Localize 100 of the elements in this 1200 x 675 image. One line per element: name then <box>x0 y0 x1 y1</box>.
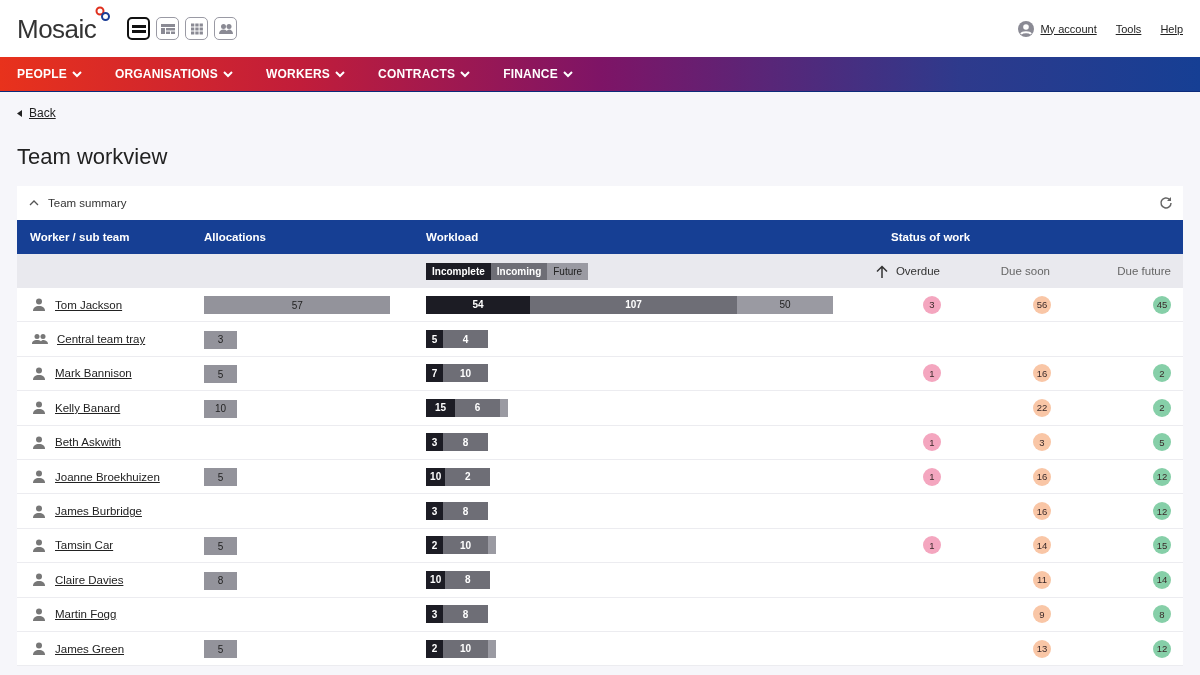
count-badge: 3 <box>1033 433 1051 452</box>
count-badge: 1 <box>923 433 941 452</box>
grid-icon <box>188 21 205 36</box>
people-icon <box>217 21 234 36</box>
workload-bar-segment: 3 <box>426 502 443 521</box>
count-badge: 2 <box>1153 364 1171 383</box>
workload-bar-segment: 3 <box>426 605 443 624</box>
worker-link[interactable]: Martin Fogg <box>55 608 117 621</box>
page-title: Team workview <box>17 144 169 170</box>
worker-link[interactable]: Tom Jackson <box>55 298 123 311</box>
worker-link[interactable]: Joanne Broekhuizen <box>55 470 160 483</box>
worker-link[interactable]: Claire Davies <box>55 573 124 586</box>
column-header[interactable]: Overdue <box>895 265 940 277</box>
worker-link[interactable]: Central team tray <box>57 333 146 346</box>
worker-link[interactable]: Beth Askwith <box>55 436 121 449</box>
logo-wordmark: Mosaic <box>17 14 97 45</box>
refresh-icon[interactable] <box>1159 196 1173 210</box>
allocation-bar: 5 <box>204 468 237 487</box>
count-badge: 14 <box>1033 536 1051 555</box>
person-icon <box>32 573 46 587</box>
sort-arrow-up-icon[interactable] <box>875 264 888 278</box>
person-icon <box>32 298 46 312</box>
worker-link[interactable]: Tamsin Car <box>55 539 114 552</box>
allocation-bar: 5 <box>204 640 237 659</box>
workload-bar-segment: 6 <box>454 398 500 417</box>
workload-bar-segment <box>488 536 496 555</box>
legend-key: Future <box>547 262 589 280</box>
workload-bar-segment: 4 <box>443 330 488 349</box>
nav-menu-item[interactable]: CONTRACTS <box>378 67 471 81</box>
column-header: Status of work <box>890 231 972 243</box>
count-badge: 45 <box>1153 295 1171 314</box>
view-toggle-button[interactable] <box>127 17 151 40</box>
header-link[interactable]: My account <box>1040 22 1097 35</box>
workload-bar-segment: 10 <box>443 639 488 658</box>
workload-bar-segment: 8 <box>443 605 488 624</box>
workload-bar-segment: 8 <box>443 502 488 521</box>
group-icon <box>32 333 48 346</box>
person-icon <box>32 607 46 621</box>
nav-menu-item[interactable]: FINANCE <box>503 67 573 81</box>
view-toggle-button[interactable] <box>156 17 180 40</box>
count-badge: 16 <box>1033 364 1051 383</box>
nav-menu-item[interactable]: ORGANISATIONS <box>114 67 233 81</box>
workload-bar-segment: 2 <box>426 536 443 555</box>
workload-bar-segment: 2 <box>426 639 443 658</box>
count-badge: 12 <box>1153 639 1171 658</box>
workload-bar-segment: 54 <box>426 295 531 314</box>
collapse-toggle-button[interactable]: Team summary <box>29 197 127 209</box>
worker-link[interactable]: James Burbridge <box>55 505 142 518</box>
workload-bar-segment: 10 <box>443 536 488 555</box>
person-icon <box>32 642 46 656</box>
chevron-down-icon <box>335 70 346 78</box>
workload-bar-segment: 10 <box>443 364 488 383</box>
count-badge: 22 <box>1033 398 1051 417</box>
workload-bar-segment: 3 <box>426 433 443 452</box>
count-badge: 16 <box>1033 502 1051 521</box>
allocation-bar: 3 <box>204 330 237 349</box>
count-badge: 11 <box>1033 570 1051 589</box>
chevron-up-icon <box>29 200 39 206</box>
workload-bar-segment: 10 <box>426 467 446 486</box>
chevron-down-icon <box>222 70 233 78</box>
workload-bar-segment: 107 <box>530 295 737 314</box>
count-badge: 1 <box>923 536 941 555</box>
workload-bar-segment: 8 <box>445 570 491 589</box>
column-header[interactable]: Due soon <box>1000 265 1050 277</box>
legend-key: Incoming <box>490 262 548 280</box>
column-header: Worker / sub team <box>29 231 131 243</box>
count-badge: 12 <box>1153 467 1171 486</box>
column-header[interactable]: Due future <box>1117 265 1171 277</box>
count-badge: 8 <box>1153 605 1171 624</box>
count-badge: 3 <box>923 295 941 314</box>
workload-bar-segment: 5 <box>426 330 443 349</box>
caret-left-icon <box>17 109 22 117</box>
workload-bar-segment: 2 <box>445 467 491 486</box>
person-icon <box>32 366 46 380</box>
count-badge: 14 <box>1153 570 1171 589</box>
worker-link[interactable]: Mark Bannison <box>55 367 132 380</box>
view-toggle-button[interactable] <box>185 17 209 40</box>
header-link[interactable]: Tools <box>1115 22 1142 35</box>
chevron-down-icon <box>71 70 82 78</box>
workload-bar-segment <box>499 398 508 417</box>
logo-mark-icon <box>95 6 112 22</box>
view-toggle-button[interactable] <box>214 17 238 40</box>
worker-link[interactable]: Kelly Banard <box>55 401 121 414</box>
nav-menu-item[interactable]: WORKERS <box>265 67 346 81</box>
count-badge: 13 <box>1033 639 1051 658</box>
count-badge: 2 <box>1153 398 1171 417</box>
worker-link[interactable]: James Green <box>55 642 125 655</box>
column-header: Workload <box>426 231 480 243</box>
allocation-bar: 8 <box>204 571 237 590</box>
person-icon <box>32 504 46 518</box>
header-link[interactable]: Help <box>1160 22 1183 35</box>
allocation-bar: 5 <box>204 365 237 384</box>
nav-menu-item[interactable]: PEOPLE <box>17 67 82 81</box>
workload-bar-segment: 7 <box>426 364 443 383</box>
workload-bar-segment: 10 <box>426 570 446 589</box>
count-badge: 1 <box>923 364 941 383</box>
person-icon <box>32 470 46 484</box>
person-icon <box>32 401 46 415</box>
allocation-bar: 10 <box>204 399 237 418</box>
back-link[interactable]: Back <box>29 106 56 120</box>
